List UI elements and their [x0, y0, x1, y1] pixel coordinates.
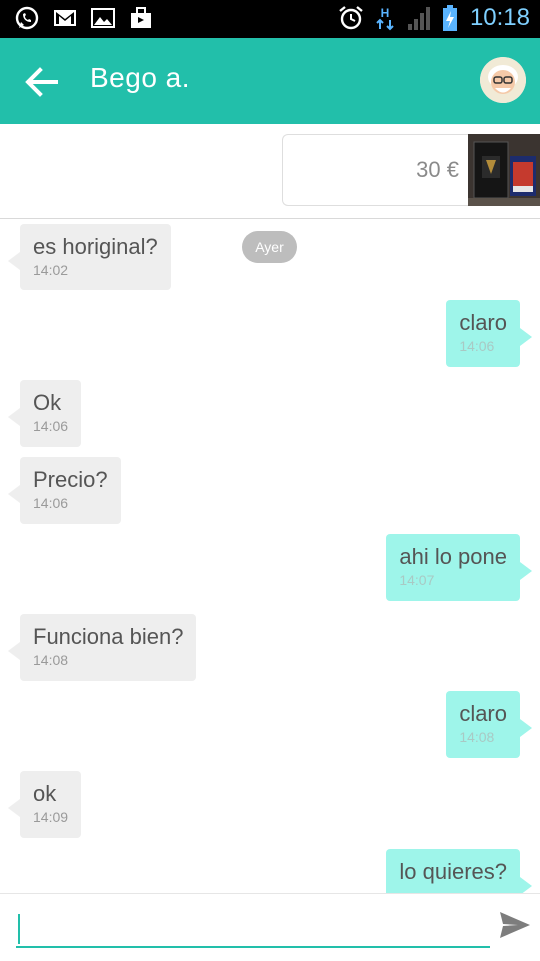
message-time: 14:08: [33, 652, 69, 668]
message-outgoing[interactable]: lo quieres?: [386, 849, 532, 893]
message-time: 14:06: [33, 495, 69, 511]
hspa-icon: H: [376, 6, 394, 31]
gmail-icon: [54, 10, 76, 26]
status-clock: 10:18: [469, 4, 530, 31]
message-outgoing[interactable]: claro 14:08: [446, 691, 532, 758]
back-button[interactable]: [20, 60, 64, 104]
status-bar: H 10:18: [0, 0, 540, 38]
item-price: 30 €: [416, 157, 459, 182]
avatar-face-icon: [480, 57, 526, 103]
price-box: 30 €: [282, 134, 469, 206]
message-outgoing[interactable]: ahi lo pone 14:07: [386, 534, 532, 601]
message-time: 14:08: [459, 729, 495, 745]
app-bar: Bego a.: [0, 38, 540, 124]
message-text: Precio?: [33, 467, 108, 492]
gallery-icon: [91, 8, 115, 28]
message-time: 14:09: [33, 809, 69, 825]
message-text: Ok: [33, 390, 62, 415]
message-incoming[interactable]: ok 14:09: [7, 771, 82, 838]
whatsapp-icon: [15, 6, 39, 30]
message-time: 14:06: [459, 338, 495, 354]
notification-icons: [14, 5, 154, 31]
battery-charging-icon: [442, 5, 457, 31]
message-time: 14:02: [33, 262, 69, 278]
message-incoming[interactable]: Precio? 14:06: [8, 457, 121, 524]
message-time: 14:07: [399, 572, 435, 588]
arrow-left-icon: [25, 67, 58, 97]
alarm-icon: [339, 6, 363, 30]
message-text: ahi lo pone: [399, 544, 507, 569]
send-icon: [500, 912, 530, 938]
send-button[interactable]: [498, 910, 532, 940]
item-thumbnail[interactable]: [468, 134, 540, 206]
svg-text:H: H: [381, 6, 390, 20]
chat-title[interactable]: Bego a.: [90, 62, 190, 94]
message-text: es horiginal?: [33, 234, 158, 259]
message-time: 14:06: [33, 418, 69, 434]
message-text: ok: [33, 781, 57, 806]
message-text: Funciona bien?: [33, 624, 184, 649]
item-photo-image: [468, 134, 540, 206]
shop-bag-icon: [131, 7, 151, 28]
item-summary[interactable]: 30 €: [0, 124, 540, 219]
message-outgoing[interactable]: claro 14:06: [446, 300, 532, 367]
day-separator-badge: Ayer: [242, 231, 297, 263]
message-incoming[interactable]: Funciona bien? 14:08: [7, 614, 197, 681]
message-text: lo quieres?: [399, 859, 507, 884]
message-text: claro: [459, 310, 507, 335]
message-input[interactable]: [16, 910, 490, 948]
message-incoming[interactable]: Ok 14:06: [7, 380, 82, 447]
message-incoming[interactable]: es horiginal? 14:02: [8, 224, 171, 290]
message-composer: [0, 893, 540, 961]
system-icons: H 10:18: [338, 4, 530, 32]
chat-history[interactable]: Ayer es horiginal? 14:02 claro 14:06 Ok …: [0, 219, 540, 893]
avatar[interactable]: [480, 57, 526, 103]
text-cursor: [18, 914, 20, 944]
message-text: claro: [459, 701, 507, 726]
signal-icon: [407, 7, 430, 30]
